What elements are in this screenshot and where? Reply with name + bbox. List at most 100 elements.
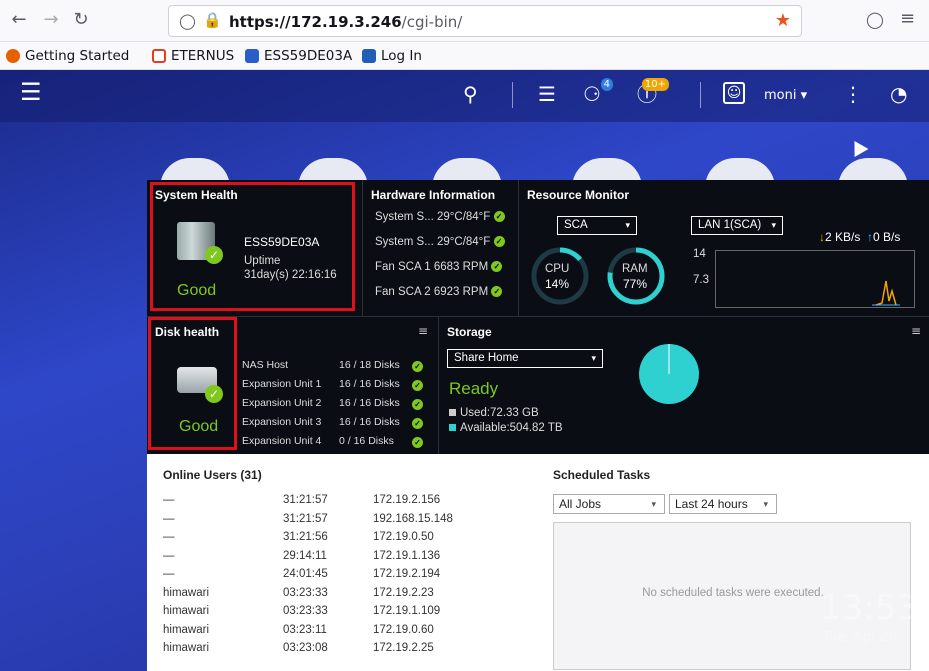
scheduled-tasks-title: Scheduled Tasks xyxy=(553,468,651,482)
session-time: 31:21:57 xyxy=(283,494,328,506)
highlight-box xyxy=(150,182,355,311)
user-name: — xyxy=(163,549,175,562)
time-filter-select[interactable]: Last 24 hours ▾ xyxy=(669,494,777,514)
user-menu[interactable]: moni ▾ xyxy=(764,88,807,103)
online-users-title: Online Users (31) xyxy=(163,468,262,482)
session-time: 24:01:45 xyxy=(283,568,328,580)
network-line xyxy=(872,280,900,306)
bookmarks-bar: Getting Started ETERNUS ESS59DE03A Log I… xyxy=(0,42,929,70)
bookmark-ess59de03a[interactable]: ESS59DE03A xyxy=(245,48,352,64)
user-avatar-icon[interactable]: ☺ xyxy=(723,82,745,104)
hw-row: System S... 29°C/84°F ✓ xyxy=(375,236,505,248)
bookmark-eternus[interactable]: ETERNUS xyxy=(152,48,234,64)
ip-address: 172.19.2.156 xyxy=(373,494,441,506)
more-options-icon[interactable]: ⋮ xyxy=(843,82,863,106)
external-device-icon[interactable]: ⚆ 4 xyxy=(583,78,613,106)
back-icon[interactable]: ← xyxy=(8,9,30,31)
ip-address: 172.19.2.23 xyxy=(373,586,434,599)
event-notification-icon[interactable]: ⓘ 10+ xyxy=(637,78,669,106)
cpu-value: 14% xyxy=(545,277,570,291)
shield-icon[interactable]: ◯ xyxy=(179,12,196,30)
ram-value: 77% xyxy=(623,277,648,291)
storage-status: Ready xyxy=(449,379,499,398)
disk-row: Expansion Unit 1 16 / 16 Disks ✓ xyxy=(242,378,423,391)
hardware-info-title: Hardware Information xyxy=(371,188,496,202)
eternus-icon xyxy=(152,49,166,63)
highlight-box xyxy=(148,317,237,450)
background-tasks-icon[interactable]: ☰ xyxy=(538,82,556,106)
ip-address: 172.19.1.109 xyxy=(373,605,441,617)
user-name: himawari xyxy=(163,586,210,599)
disk-row: NAS Host 16 / 18 Disks ✓ xyxy=(242,359,423,372)
notification-badge: 10+ xyxy=(641,78,669,91)
storage-available: Available:504.82 TB xyxy=(449,422,563,434)
storage-widget: Storage ≡ Share Home ▾ Ready Used:72.33 G… xyxy=(439,317,929,454)
url-text[interactable]: https://172.19.3.246/cgi-bin/ xyxy=(229,13,462,31)
ip-address: 172.19.2.194 xyxy=(373,568,441,580)
forward-icon[interactable]: → xyxy=(40,9,62,31)
session-time: 29:14:11 xyxy=(283,549,327,562)
user-name: — xyxy=(163,531,175,543)
storage-select[interactable]: Share Home ▾ xyxy=(447,349,603,368)
main-menu-icon[interactable]: ☰ xyxy=(20,80,42,104)
user-name: — xyxy=(163,568,175,580)
hamburger-menu-icon[interactable]: ≡ xyxy=(900,8,915,29)
session-time: 03:23:11 xyxy=(283,623,327,636)
user-name: — xyxy=(163,512,175,525)
ip-address: 172.19.2.25 xyxy=(373,642,434,654)
cpu-label: CPU xyxy=(545,263,570,275)
login-icon xyxy=(362,49,376,63)
storage-used: Used:72.33 GB xyxy=(449,407,539,419)
ok-icon: ✓ xyxy=(491,286,503,298)
widget-menu-icon[interactable]: ≡ xyxy=(418,324,428,338)
url-bar[interactable]: ◯ 🔒 https://172.19.3.246/cgi-bin/ ★ xyxy=(168,5,802,37)
user-name: — xyxy=(163,494,175,506)
widget-menu-icon[interactable]: ≡ xyxy=(911,324,921,338)
bookmark-star-icon[interactable]: ★ xyxy=(775,10,791,31)
network-speed: ↓2 KB/s ↑0 B/s xyxy=(819,230,901,244)
ram-label: RAM xyxy=(622,263,648,275)
topbar-divider-2 xyxy=(700,82,701,108)
cpu-gauge xyxy=(531,247,589,305)
storage-pie-chart xyxy=(639,344,699,404)
available-legend-icon xyxy=(449,424,456,431)
session-time: 31:21:56 xyxy=(283,531,328,543)
reload-icon[interactable]: ↻ xyxy=(70,9,92,31)
bookmark-log-in[interactable]: Log In xyxy=(362,48,422,64)
bookmark-getting-started[interactable]: Getting Started xyxy=(6,48,129,64)
hw-row: Fan SCA 1 6683 RPM ✓ xyxy=(375,261,503,273)
device-badge: 4 xyxy=(600,78,613,91)
disk-row: Expansion Unit 2 16 / 16 Disks ✓ xyxy=(242,397,423,410)
lan-select[interactable]: LAN 1(SCA) ▾ xyxy=(691,216,783,235)
chart-axis-mid: 7.3 xyxy=(693,274,709,286)
session-time: 03:23:08 xyxy=(283,642,328,654)
hw-row: Fan SCA 2 6923 RPM ✓ xyxy=(375,286,503,298)
ok-icon: ✓ xyxy=(493,236,505,248)
resource-monitor-title: Resource Monitor xyxy=(527,188,630,202)
session-time: 03:23:33 xyxy=(283,605,328,617)
user-name: himawari xyxy=(163,642,210,654)
scope-select[interactable]: SCA ▾ xyxy=(557,216,637,235)
mouse-cursor-icon xyxy=(847,136,869,158)
used-legend-icon xyxy=(449,409,456,416)
lock-icon[interactable]: 🔒 xyxy=(203,11,222,29)
qnap-icon xyxy=(245,49,259,63)
pocket-icon[interactable]: ◯ xyxy=(866,10,884,29)
hw-row: System S... 29°C/84°F ✓ xyxy=(375,211,505,223)
ip-address: 172.19.0.50 xyxy=(373,531,434,543)
disk-row: Expansion Unit 3 16 / 16 Disks ✓ xyxy=(242,416,423,429)
hardware-info-widget: Hardware Information System S... 29°C/84… xyxy=(363,180,518,316)
ip-address: 172.19.1.136 xyxy=(373,549,441,562)
dashboard-icon[interactable]: ◔ xyxy=(890,82,907,106)
search-icon[interactable]: ⚲ xyxy=(463,82,478,106)
disk-row: Expansion Unit 40 / 16 Disks ✓ xyxy=(242,435,423,448)
bottom-panel: Online Users (31) — 31:21:57 172.19.2.156 —… xyxy=(147,454,929,671)
ip-address: 172.19.0.60 xyxy=(373,623,434,636)
chart-axis-top: 14 xyxy=(693,248,706,260)
user-name: himawari xyxy=(163,623,210,636)
qnap-desktop: ☰ ⚲ ☰ ⚆ 4 ⓘ 10+ ☺ moni ▾ ⋮ ◔ System Health… xyxy=(0,70,929,671)
desktop-date: Tue, Apr 26 xyxy=(823,630,897,645)
browser-toolbar: ← → ↻ ◯ 🔒 https://172.19.3.246/cgi-bin/ … xyxy=(0,0,929,42)
qnap-topbar: ☰ ⚲ ☰ ⚆ 4 ⓘ 10+ ☺ moni ▾ ⋮ ◔ xyxy=(0,70,929,122)
jobs-filter-select[interactable]: All Jobs ▾ xyxy=(553,494,665,514)
